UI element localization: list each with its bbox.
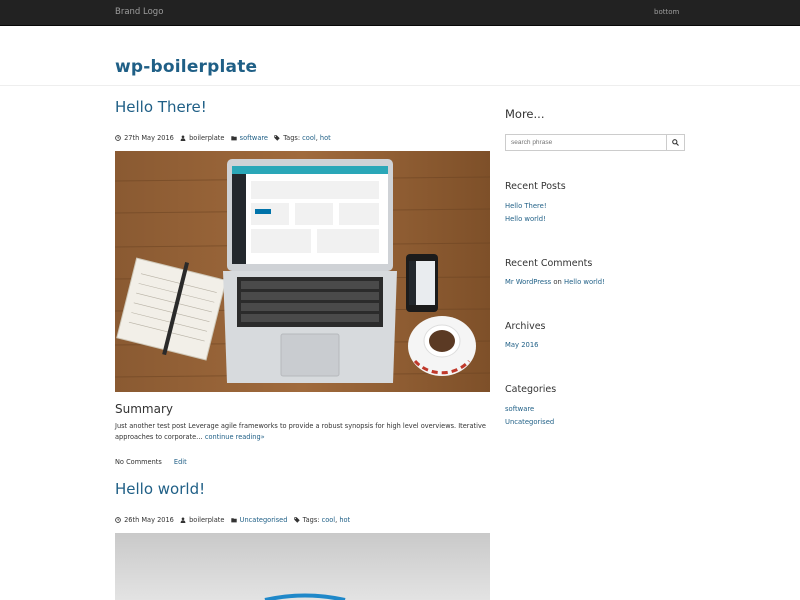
top-navbar: Brand Logo bottom: [0, 0, 800, 26]
folder-icon: [230, 518, 237, 523]
recent-posts-heading: Recent Posts: [505, 181, 566, 192]
post-meta: 26th May 2016 boilerplate Uncategorised …: [115, 516, 350, 524]
post-tag-link[interactable]: cool: [302, 134, 316, 142]
post-date: 27th May 2016: [124, 134, 174, 142]
post-meta: 27th May 2016 boilerplate software Tags:…: [115, 134, 331, 142]
categories-heading: Categories: [505, 384, 557, 395]
desk-photo: [115, 533, 490, 600]
comment-author-link[interactable]: Mr WordPress: [505, 278, 551, 286]
post-footer: No Comments Edit: [115, 458, 187, 466]
post-featured-image[interactable]: [115, 151, 490, 392]
post-tag-link[interactable]: hot: [320, 134, 331, 142]
post-tag-link[interactable]: cool: [322, 516, 336, 524]
post-featured-image[interactable]: [115, 533, 490, 600]
post-date: 26th May 2016: [124, 516, 174, 524]
user-icon: [180, 135, 186, 141]
recent-comments-heading: Recent Comments: [505, 258, 593, 269]
edit-post-link[interactable]: Edit: [174, 458, 187, 466]
user-icon: [180, 517, 186, 523]
site-title-link[interactable]: wp-boilerplate: [115, 57, 257, 77]
tags-icon: [293, 517, 300, 523]
post-summary-heading: Summary: [115, 402, 173, 416]
clock-icon: [115, 135, 121, 141]
post-title-link[interactable]: Hello There!: [115, 98, 207, 116]
site-header: wp-boilerplate: [0, 26, 800, 86]
search-input[interactable]: [505, 134, 667, 151]
recent-post-link[interactable]: Hello There!: [505, 202, 547, 210]
brand-logo-link[interactable]: Brand Logo: [115, 7, 163, 17]
post-category-link[interactable]: software: [240, 134, 268, 142]
archive-link[interactable]: May 2016: [505, 341, 539, 349]
comment-post-link[interactable]: Hello world!: [564, 278, 605, 286]
comment-on-text: on: [553, 278, 562, 286]
tags-icon: [274, 135, 280, 141]
post-tags-label: Tags:: [302, 516, 320, 524]
post-tag-link[interactable]: hot: [339, 516, 350, 524]
folder-icon: [230, 136, 237, 141]
continue-reading-link[interactable]: continue reading»: [205, 433, 265, 441]
post-author: boilerplate: [189, 516, 225, 524]
nav-link-bottom[interactable]: bottom: [654, 8, 679, 16]
post-author: boilerplate: [189, 134, 225, 142]
post-tags-label: Tags:: [283, 134, 301, 142]
post-title-link[interactable]: Hello world!: [115, 480, 205, 498]
search-button[interactable]: [666, 134, 685, 151]
post-excerpt-text: Just another test post Leverage agile fr…: [115, 422, 486, 441]
clock-icon: [115, 517, 121, 523]
sidebar-more-heading: More...: [505, 107, 545, 121]
post-category-link[interactable]: Uncategorised: [240, 516, 288, 524]
comments-count: No Comments: [115, 458, 162, 466]
post-excerpt: Just another test post Leverage agile fr…: [115, 421, 490, 443]
recent-comment-item: Mr WordPress on Hello world!: [505, 278, 605, 286]
search-icon: [672, 139, 679, 146]
recent-post-link[interactable]: Hello world!: [505, 215, 546, 223]
archives-heading: Archives: [505, 321, 546, 332]
search-form: [505, 134, 685, 151]
laptop-desk-photo: [115, 151, 490, 392]
category-link[interactable]: software: [505, 405, 534, 413]
category-link[interactable]: Uncategorised: [505, 418, 554, 426]
